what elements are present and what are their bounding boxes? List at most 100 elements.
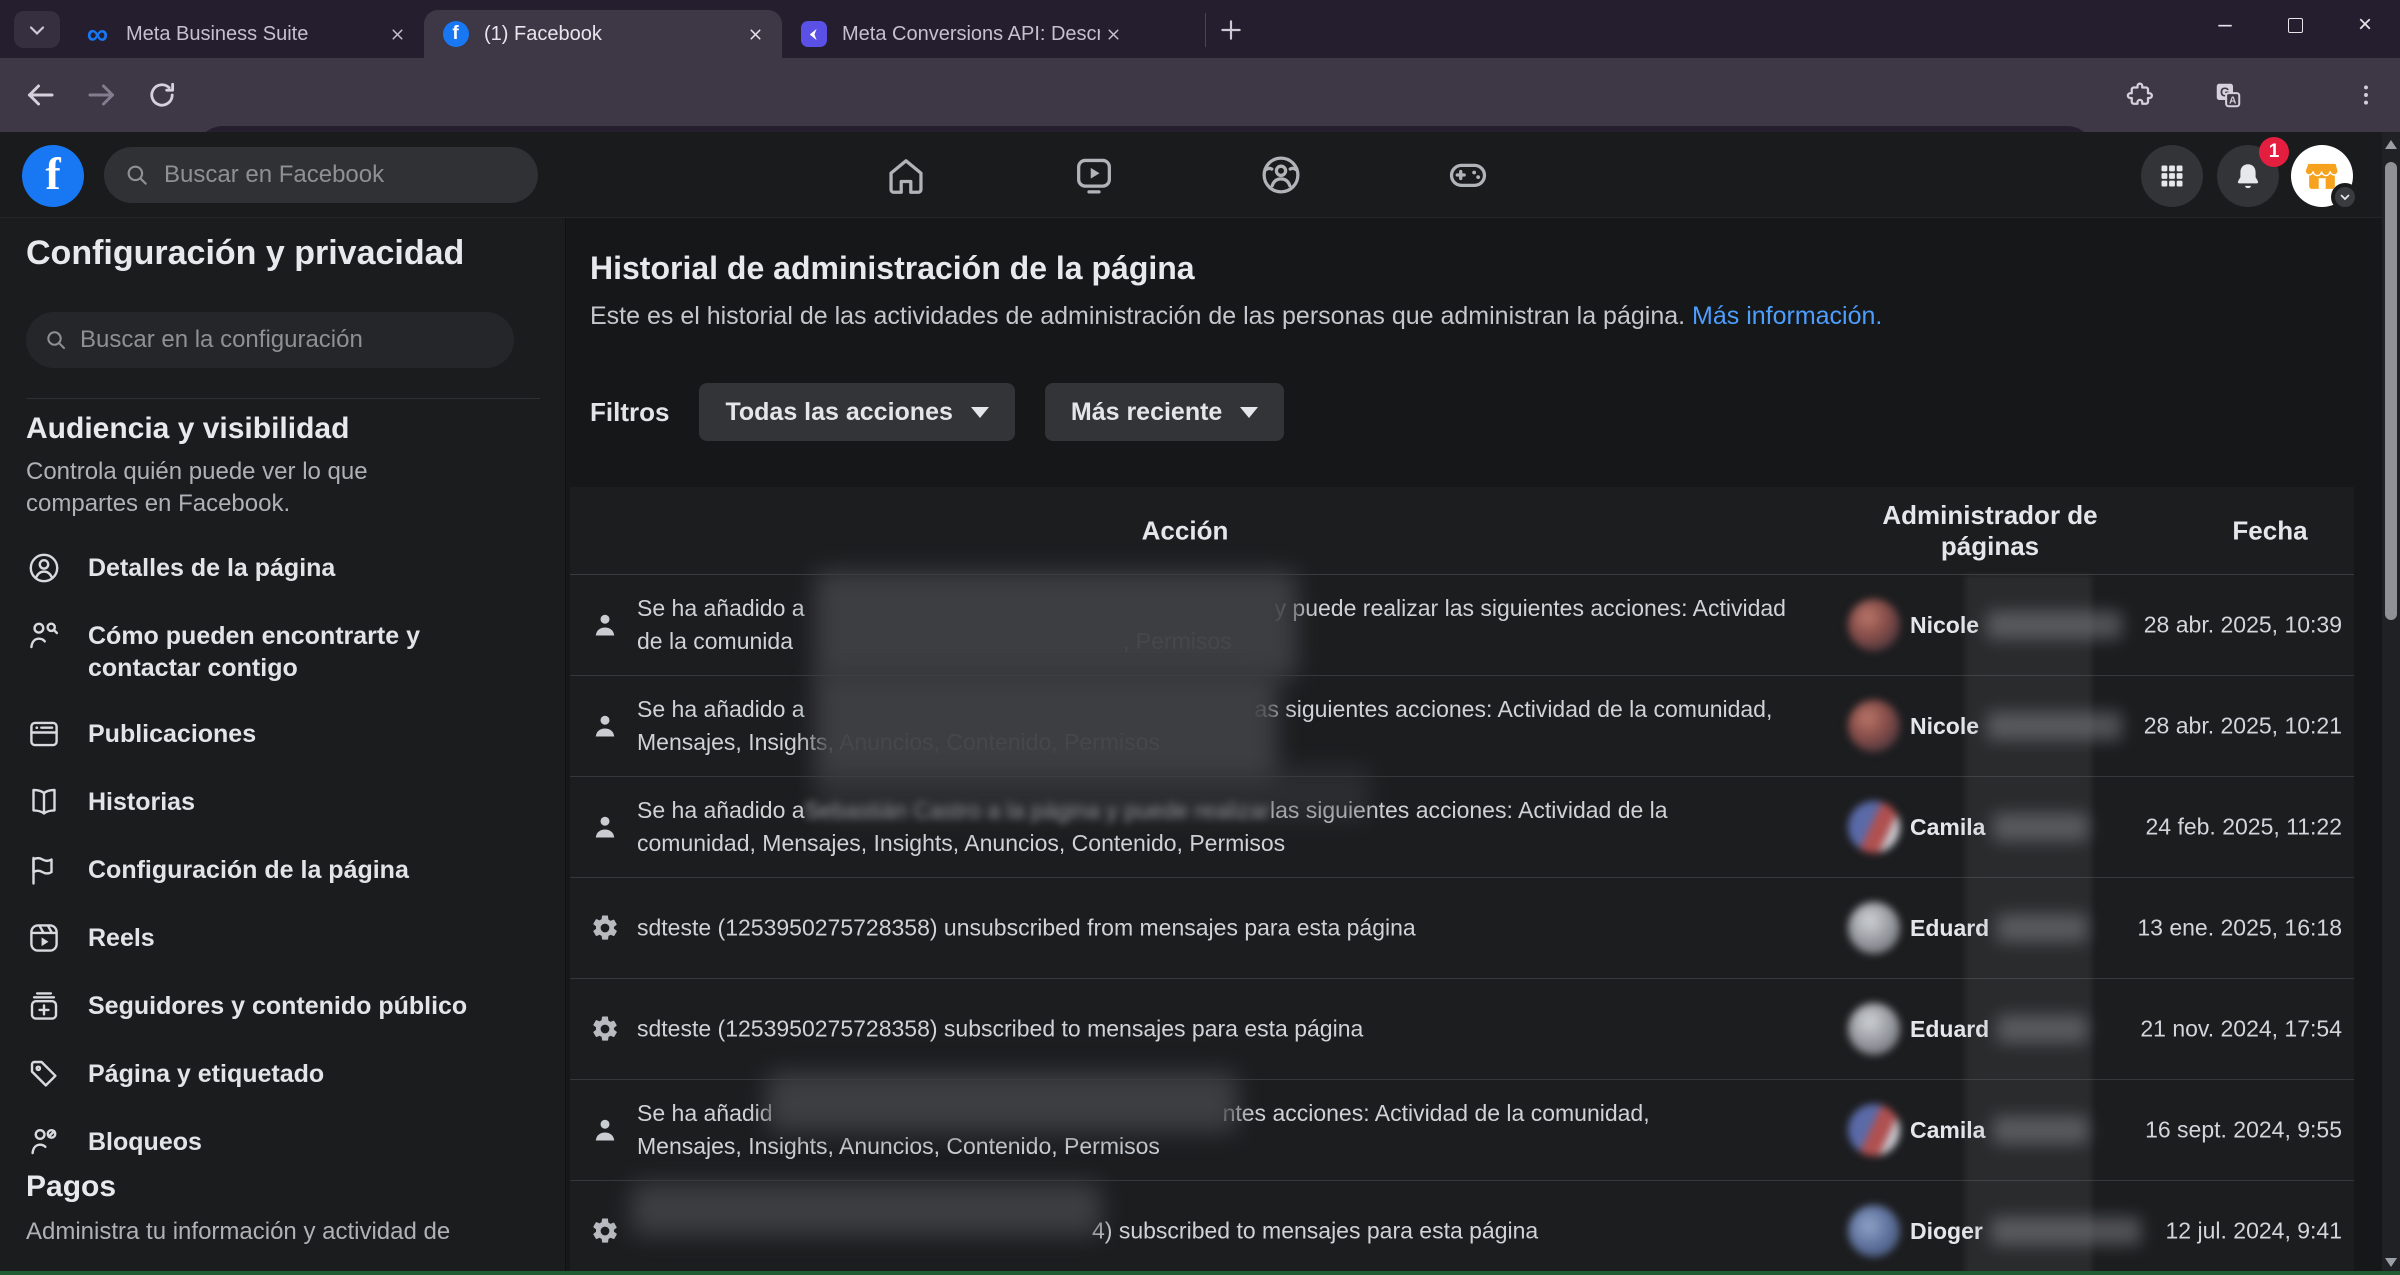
watch-icon [1071,152,1117,198]
browser-tab-2[interactable]: Meta Conversions API: Descripc [782,10,1140,58]
table-row: sdteste (1253950275728358) unsubscribed … [570,878,2354,979]
reload-icon [145,78,179,112]
facebook-header: f 1 [0,132,2400,218]
scroll-up-arrow-icon[interactable] [2385,140,2397,149]
chevron-down-icon [971,407,989,418]
search-icon [44,328,68,352]
window-controls: – × [2190,0,2400,58]
gaming-icon [1445,152,1491,198]
home-icon [883,152,929,198]
nav-home[interactable] [851,152,961,198]
forward-button[interactable] [78,71,126,119]
extensions-button[interactable] [2116,71,2164,119]
chevron-down-icon [1240,407,1258,418]
maximize-button[interactable] [2260,0,2330,50]
sidebar-item-0[interactable]: Detalles de la página [26,534,531,602]
sidebar-item-label: Historias [88,784,195,818]
sidebar-item-6[interactable]: Seguidores y contenido público [26,972,531,1040]
tab-close-icon[interactable] [742,21,768,47]
redaction-blur [631,1183,1101,1235]
admin-first-name: Nicole [1910,612,1979,639]
page-profile-avatar[interactable] [2291,145,2353,207]
date-cell: 13 ene. 2025, 16:18 [2042,915,2342,942]
table-row: 4) subscribed to mensajes para esta pági… [570,1181,2354,1275]
action-text: sdteste (1253950275728358) unsubscribed … [637,912,1416,945]
avatar [1848,801,1900,853]
sidebar-item-7[interactable]: Página y etiquetado [26,1040,531,1108]
admin-first-name: Eduard [1910,1016,1989,1043]
gear-icon [590,1216,620,1246]
person-icon [590,812,620,842]
tab-close-icon[interactable] [384,21,410,47]
main-content: Historial de administración de la página… [567,218,2382,1275]
browser-toolbar: facebook.com/settings/?tab=profile_manag… [0,58,2400,132]
posts-icon [26,716,62,752]
screen-bottom-green-bar [0,1271,2400,1275]
settings-search-input[interactable] [80,326,460,354]
avatar [1848,902,1900,954]
admin-first-name: Camila [1910,1117,1985,1144]
sidebar-item-label: Publicaciones [88,716,256,750]
kebab-menu-icon [2353,82,2379,108]
browser-tab-1[interactable]: f(1) Facebook [424,10,782,58]
sidebar-item-4[interactable]: Configuración de la página [26,836,531,904]
table-row: Se ha añadido a y puede realizar las sig… [570,575,2354,676]
tab-title: Meta Conversions API: Descripc [842,23,1100,46]
sidebar-item-label: Reels [88,920,155,954]
nav-gaming[interactable] [1413,152,1523,198]
action-text: sdteste (1253950275728358) subscribed to… [637,1013,1363,1046]
notifications-button[interactable]: 1 [2217,145,2279,207]
scroll-down-arrow-icon[interactable] [2385,1258,2397,1267]
browser-menu-button[interactable] [2342,71,2390,119]
conversions-api-favicon [801,21,827,47]
sidebar-item-label: Configuración de la página [88,852,409,886]
gear-icon [590,1014,620,1044]
groups-icon [1258,152,1304,198]
translate-button[interactable]: GA [2204,71,2252,119]
meta-logo-icon: ∞ [87,21,108,48]
new-tab-button[interactable] [1205,13,1241,47]
redaction-blur [815,672,1277,780]
facebook-logo[interactable]: f [22,145,84,207]
filters-label: Filtros [590,397,669,428]
sort-filter-dropdown[interactable]: Más reciente [1045,383,1284,441]
nav-watch[interactable] [1039,152,1149,198]
learn-more-link[interactable]: Más información. [1692,302,1882,330]
back-button[interactable] [16,71,64,119]
sidebar-item-3[interactable]: Historias [26,768,531,836]
facebook-search[interactable] [104,147,538,203]
person-block-icon [26,1124,62,1160]
person-search-icon [26,618,62,654]
apps-menu-button[interactable] [2141,145,2203,207]
history-table: Acción Administrador de páginas Fecha Se… [570,487,2354,1275]
redaction-blur [767,1072,1237,1132]
tab-search-button[interactable] [14,11,60,48]
close-button[interactable]: × [2330,0,2400,50]
translate-icon: GA [2213,80,2243,110]
nav-groups[interactable] [1226,152,1336,198]
sidebar-item-label: Bloqueos [88,1124,202,1158]
action-filter-dropdown[interactable]: Todas las acciones [699,383,1014,441]
settings-sidebar: Configuración y privacidad Audiencia y v… [0,218,566,1275]
sidebar-item-label: Página y etiquetado [88,1056,324,1090]
sidebar-item-label: Detalles de la página [88,550,335,584]
facebook-favicon: f [443,21,469,47]
sidebar-item-8[interactable]: Bloqueos [26,1108,531,1176]
section-desc-pagos: Administra tu información y actividad de [26,1218,496,1246]
settings-search[interactable] [26,312,514,368]
reload-button[interactable] [138,71,186,119]
sidebar-item-2[interactable]: Publicaciones [26,700,531,768]
facebook-search-input[interactable] [164,161,494,189]
follow-icon [26,988,62,1024]
admin-first-name: Eduard [1910,915,1989,942]
sidebar-item-5[interactable]: Reels [26,904,531,972]
redaction-blur [815,767,1370,819]
browser-tab-strip: ∞Meta Business Suitef(1) Facebook Meta Co… [0,0,2400,58]
sidebar-item-1[interactable]: Cómo pueden encontrarte y contactar cont… [26,602,531,700]
scrollbar-thumb[interactable] [2385,162,2397,620]
page-scrollbar[interactable] [2382,132,2400,1275]
browser-tab-0[interactable]: ∞Meta Business Suite [66,10,424,58]
minimize-button[interactable]: – [2190,0,2260,50]
tab-close-icon[interactable] [1100,21,1126,47]
screen: ∞Meta Business Suitef(1) Facebook Meta Co… [0,0,2400,1275]
